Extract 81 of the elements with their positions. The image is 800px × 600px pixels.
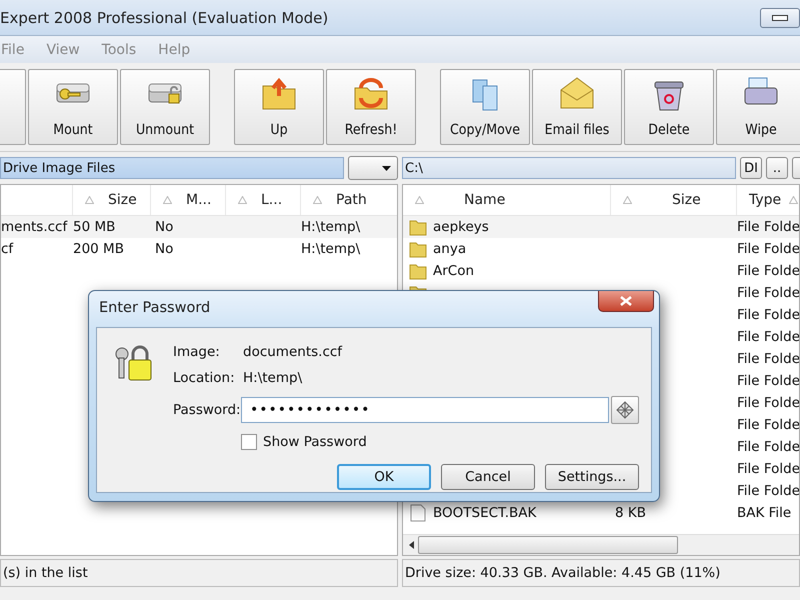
file-type: File Folde (737, 263, 799, 279)
column-header[interactable]: Size (73, 185, 151, 215)
password-field[interactable]: ••••••••••••• (241, 397, 609, 423)
show-password-checkbox[interactable] (241, 434, 257, 450)
path-button[interactable]: DI (740, 157, 762, 179)
location-field[interactable]: C:\ (402, 157, 736, 179)
folder-icon (409, 240, 427, 258)
file-type: File Folde (737, 307, 799, 323)
column-header[interactable]: L... (226, 185, 301, 215)
file-type: File Folde (737, 351, 799, 367)
file-name: aepkeys (433, 219, 489, 235)
sort-icon (85, 196, 94, 204)
horizontal-scrollbar[interactable] (403, 534, 799, 555)
column-header[interactable]: Name (403, 185, 611, 215)
file-type: File Folde (737, 461, 799, 477)
file-type: File Folde (737, 285, 799, 301)
caret-icon (382, 166, 391, 170)
file-size: 50 MB (73, 219, 116, 235)
dialog-button[interactable]: Settings... (545, 464, 639, 490)
file-name: anya (433, 241, 466, 257)
file-size: 8 KB (615, 505, 646, 521)
sort-icon (789, 196, 798, 204)
column-header[interactable]: Type (737, 185, 799, 215)
toolbar-button[interactable]: Copy/Move (440, 69, 530, 145)
table-cell: No (155, 219, 174, 235)
location-field[interactable]: Drive Image Files (0, 157, 344, 179)
sort-icon (313, 196, 322, 204)
sort-icon (238, 196, 247, 204)
column-header[interactable]: Path (301, 185, 397, 215)
close-button[interactable] (598, 291, 654, 312)
path-button[interactable] (792, 157, 800, 179)
toolbar-button[interactable]: Wipe (716, 69, 800, 145)
toolbar-button[interactable]: Delete (624, 69, 714, 145)
dialog-title: Enter Password (99, 300, 210, 316)
status-text: (s) in the list (0, 559, 398, 587)
file-name: BOOTSECT.BAK (433, 505, 536, 521)
column-header[interactable]: Size (611, 185, 737, 215)
image-name: documents.ccf (242, 344, 344, 360)
field-label: Password: (173, 402, 239, 418)
window-title: Expert 2008 Professional (Evaluation Mode) (0, 8, 328, 26)
file-path: H:\temp\ (301, 219, 360, 235)
file-size: 200 MB (73, 241, 124, 257)
dialog-button[interactable]: OK (337, 464, 431, 490)
column-header[interactable]: M... (151, 185, 226, 215)
folder-icon (409, 218, 427, 236)
file-type: File Folde (737, 417, 799, 433)
path-button[interactable]: .. (766, 157, 788, 179)
sort-icon (623, 196, 632, 204)
field-label: Image: (173, 344, 221, 360)
checkbox-label: Show Password (263, 434, 367, 450)
file-type: File Folde (737, 219, 799, 235)
file-type: File Folde (737, 373, 799, 389)
toolbar-button[interactable]: Email files (532, 69, 622, 145)
file-path: H:\temp\ (301, 241, 360, 257)
dialog-button[interactable]: Cancel (441, 464, 535, 490)
file-name: ments.ccf (1, 219, 68, 235)
toolbar-button[interactable]: Refresh! (326, 69, 416, 145)
keyboard-button[interactable] (611, 396, 639, 424)
file-type: File Folde (737, 241, 799, 257)
location-value: H:\temp\ (242, 370, 304, 386)
file-type: BAK File (737, 505, 792, 521)
file-name: cf (1, 241, 14, 257)
dropdown-button[interactable] (348, 156, 398, 180)
toolbar-button[interactable]: Up (234, 69, 324, 145)
folder-icon (409, 262, 427, 280)
file-name: ArCon (433, 263, 474, 279)
file-type: File Folde (737, 439, 799, 455)
minimize-button[interactable] (760, 8, 800, 28)
close-icon (620, 296, 632, 306)
field-label: Location: (173, 370, 236, 386)
file-type: File Folde (737, 329, 799, 345)
sort-icon (163, 196, 172, 204)
left-arrow-icon (409, 541, 414, 549)
file-type: File Folde (737, 395, 799, 411)
toolbar-button[interactable]: Unmount (120, 69, 210, 145)
file-type: File Folde (737, 483, 799, 499)
status-text: Drive size: 40.33 GB. Available: 4.45 GB (11%) (402, 559, 800, 587)
toolbar-button[interactable]: Mount (28, 69, 118, 145)
sort-icon (415, 196, 424, 204)
file-icon (409, 504, 427, 522)
table-cell: No (155, 241, 174, 257)
